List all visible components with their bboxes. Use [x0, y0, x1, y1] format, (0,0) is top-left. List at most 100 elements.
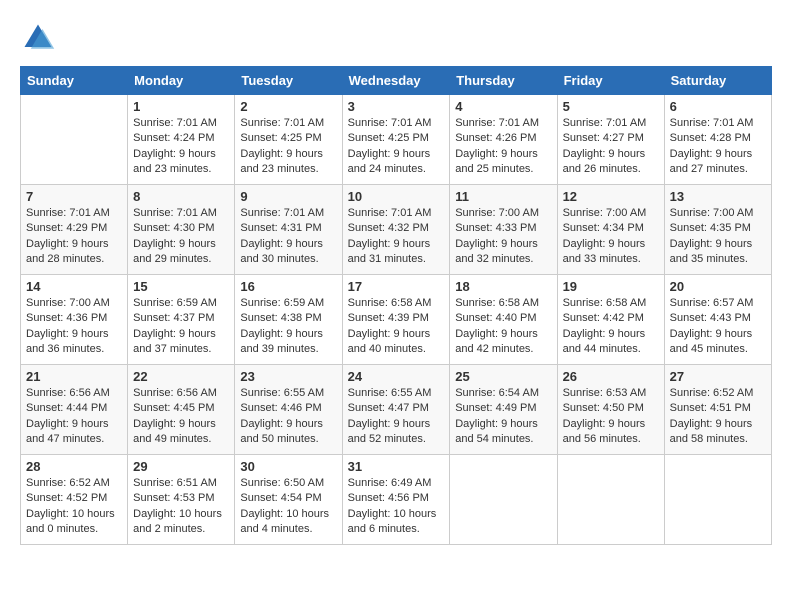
- day-header-wednesday: Wednesday: [342, 67, 450, 95]
- day-number: 11: [455, 189, 551, 204]
- day-number: 13: [670, 189, 766, 204]
- day-number: 6: [670, 99, 766, 114]
- day-info: Sunrise: 6:52 AM Sunset: 4:52 PM Dayligh…: [26, 476, 122, 538]
- calendar-cell: 29 Sunrise: 6:51 AM Sunset: 4:53 PM Dayli…: [128, 455, 235, 545]
- day-info: Sunrise: 6:58 AM Sunset: 4:42 PM Dayligh…: [563, 296, 659, 358]
- day-info: Sunrise: 7:01 AM Sunset: 4:32 PM Dayligh…: [348, 206, 445, 268]
- day-info: Sunrise: 6:52 AM Sunset: 4:51 PM Dayligh…: [670, 386, 766, 448]
- day-info: Sunrise: 7:00 AM Sunset: 4:36 PM Dayligh…: [26, 296, 122, 358]
- calendar-cell: 30 Sunrise: 6:50 AM Sunset: 4:54 PM Dayli…: [235, 455, 342, 545]
- calendar-cell: 23Sunrise: 6:55 AM Sunset: 4:46 PM Dayli…: [235, 365, 342, 455]
- calendar-cell: 17Sunrise: 6:58 AM Sunset: 4:39 PM Dayli…: [342, 275, 450, 365]
- day-number: 20: [670, 279, 766, 294]
- day-info: Sunrise: 7:01 AM Sunset: 4:31 PM Dayligh…: [240, 206, 336, 268]
- calendar-cell: 31 Sunrise: 6:49 AM Sunset: 4:56 PM Dayli…: [342, 455, 450, 545]
- day-header-saturday: Saturday: [664, 67, 771, 95]
- logo-icon: [20, 20, 56, 56]
- day-number: 22: [133, 369, 229, 384]
- day-info: Sunrise: 6:56 AM Sunset: 4:45 PM Dayligh…: [133, 386, 229, 448]
- day-info: Sunrise: 7:01 AM Sunset: 4:30 PM Dayligh…: [133, 206, 229, 268]
- calendar-cell: 19 Sunrise: 6:58 AM Sunset: 4:42 PM Dayli…: [557, 275, 664, 365]
- day-number: 18: [455, 279, 551, 294]
- calendar-cell: 22 Sunrise: 6:56 AM Sunset: 4:45 PM Dayli…: [128, 365, 235, 455]
- day-info: Sunrise: 6:59 AM Sunset: 4:37 PM Dayligh…: [133, 296, 229, 358]
- day-number: 30: [240, 459, 336, 474]
- calendar-cell: 5 Sunrise: 7:01 AM Sunset: 4:27 PM Daylig…: [557, 95, 664, 185]
- calendar-week-1: 1 Sunrise: 7:01 AM Sunset: 4:24 PM Daylig…: [21, 95, 772, 185]
- day-number: 24: [348, 369, 445, 384]
- day-info: Sunrise: 6:58 AM Sunset: 4:40 PM Dayligh…: [455, 296, 551, 358]
- calendar-cell: 21 Sunrise: 6:56 AM Sunset: 4:44 PM Dayli…: [21, 365, 128, 455]
- day-number: 4: [455, 99, 551, 114]
- day-number: 17: [348, 279, 445, 294]
- day-info: Sunrise: 6:55 AM Sunset: 4:47 PM Dayligh…: [348, 386, 445, 448]
- day-info: Sunrise: 6:53 AM Sunset: 4:50 PM Dayligh…: [563, 386, 659, 448]
- day-info: Sunrise: 6:51 AM Sunset: 4:53 PM Dayligh…: [133, 476, 229, 538]
- day-header-sunday: Sunday: [21, 67, 128, 95]
- calendar-cell: 16 Sunrise: 6:59 AM Sunset: 4:38 PM Dayli…: [235, 275, 342, 365]
- day-info: Sunrise: 6:56 AM Sunset: 4:44 PM Dayligh…: [26, 386, 122, 448]
- day-info: Sunrise: 7:00 AM Sunset: 4:34 PM Dayligh…: [563, 206, 659, 268]
- day-info: Sunrise: 7:01 AM Sunset: 4:25 PM Dayligh…: [348, 116, 445, 178]
- calendar-cell: 10Sunrise: 7:01 AM Sunset: 4:32 PM Dayli…: [342, 185, 450, 275]
- day-info: Sunrise: 6:50 AM Sunset: 4:54 PM Dayligh…: [240, 476, 336, 538]
- day-info: Sunrise: 6:49 AM Sunset: 4:56 PM Dayligh…: [348, 476, 445, 538]
- calendar-cell: 18 Sunrise: 6:58 AM Sunset: 4:40 PM Dayli…: [450, 275, 557, 365]
- day-number: 25: [455, 369, 551, 384]
- calendar-cell: [664, 455, 771, 545]
- day-number: 28: [26, 459, 122, 474]
- calendar-cell: [21, 95, 128, 185]
- day-header-thursday: Thursday: [450, 67, 557, 95]
- day-number: 2: [240, 99, 336, 114]
- day-info: Sunrise: 6:59 AM Sunset: 4:38 PM Dayligh…: [240, 296, 336, 358]
- day-number: 1: [133, 99, 229, 114]
- calendar-cell: 24 Sunrise: 6:55 AM Sunset: 4:47 PM Dayli…: [342, 365, 450, 455]
- calendar-cell: 15 Sunrise: 6:59 AM Sunset: 4:37 PM Dayli…: [128, 275, 235, 365]
- calendar-cell: 12 Sunrise: 7:00 AM Sunset: 4:34 PM Dayli…: [557, 185, 664, 275]
- calendar-cell: 8 Sunrise: 7:01 AM Sunset: 4:30 PM Daylig…: [128, 185, 235, 275]
- day-info: Sunrise: 7:01 AM Sunset: 4:26 PM Dayligh…: [455, 116, 551, 178]
- day-header-tuesday: Tuesday: [235, 67, 342, 95]
- calendar-cell: 13Sunrise: 7:00 AM Sunset: 4:35 PM Dayli…: [664, 185, 771, 275]
- day-info: Sunrise: 7:01 AM Sunset: 4:28 PM Dayligh…: [670, 116, 766, 178]
- day-header-friday: Friday: [557, 67, 664, 95]
- day-number: 3: [348, 99, 445, 114]
- calendar-cell: 28 Sunrise: 6:52 AM Sunset: 4:52 PM Dayli…: [21, 455, 128, 545]
- day-header-monday: Monday: [128, 67, 235, 95]
- calendar-cell: 20 Sunrise: 6:57 AM Sunset: 4:43 PM Dayli…: [664, 275, 771, 365]
- day-info: Sunrise: 7:01 AM Sunset: 4:25 PM Dayligh…: [240, 116, 336, 178]
- day-info: Sunrise: 6:57 AM Sunset: 4:43 PM Dayligh…: [670, 296, 766, 358]
- day-number: 8: [133, 189, 229, 204]
- page-header: [20, 20, 772, 56]
- day-info: Sunrise: 7:01 AM Sunset: 4:27 PM Dayligh…: [563, 116, 659, 178]
- day-number: 27: [670, 369, 766, 384]
- day-number: 21: [26, 369, 122, 384]
- day-info: Sunrise: 6:55 AM Sunset: 4:46 PM Dayligh…: [240, 386, 336, 448]
- day-number: 12: [563, 189, 659, 204]
- calendar-cell: 1 Sunrise: 7:01 AM Sunset: 4:24 PM Daylig…: [128, 95, 235, 185]
- day-info: Sunrise: 7:00 AM Sunset: 4:33 PM Dayligh…: [455, 206, 551, 268]
- day-number: 19: [563, 279, 659, 294]
- day-number: 5: [563, 99, 659, 114]
- day-number: 9: [240, 189, 336, 204]
- day-number: 31: [348, 459, 445, 474]
- calendar-cell: 27 Sunrise: 6:52 AM Sunset: 4:51 PM Dayli…: [664, 365, 771, 455]
- day-info: Sunrise: 7:01 AM Sunset: 4:29 PM Dayligh…: [26, 206, 122, 268]
- day-number: 14: [26, 279, 122, 294]
- day-number: 15: [133, 279, 229, 294]
- day-info: Sunrise: 7:01 AM Sunset: 4:24 PM Dayligh…: [133, 116, 229, 178]
- calendar-cell: [557, 455, 664, 545]
- calendar-cell: [450, 455, 557, 545]
- day-number: 16: [240, 279, 336, 294]
- calendar-cell: 2 Sunrise: 7:01 AM Sunset: 4:25 PM Daylig…: [235, 95, 342, 185]
- day-number: 7: [26, 189, 122, 204]
- calendar-cell: 9 Sunrise: 7:01 AM Sunset: 4:31 PM Daylig…: [235, 185, 342, 275]
- calendar-cell: 11 Sunrise: 7:00 AM Sunset: 4:33 PM Dayli…: [450, 185, 557, 275]
- calendar-cell: 25 Sunrise: 6:54 AM Sunset: 4:49 PM Dayli…: [450, 365, 557, 455]
- calendar-week-2: 7 Sunrise: 7:01 AM Sunset: 4:29 PM Daylig…: [21, 185, 772, 275]
- day-header-row: SundayMondayTuesdayWednesdayThursdayFrid…: [21, 67, 772, 95]
- calendar-week-3: 14 Sunrise: 7:00 AM Sunset: 4:36 PM Dayli…: [21, 275, 772, 365]
- day-number: 29: [133, 459, 229, 474]
- calendar-cell: 3 Sunrise: 7:01 AM Sunset: 4:25 PM Daylig…: [342, 95, 450, 185]
- day-info: Sunrise: 6:54 AM Sunset: 4:49 PM Dayligh…: [455, 386, 551, 448]
